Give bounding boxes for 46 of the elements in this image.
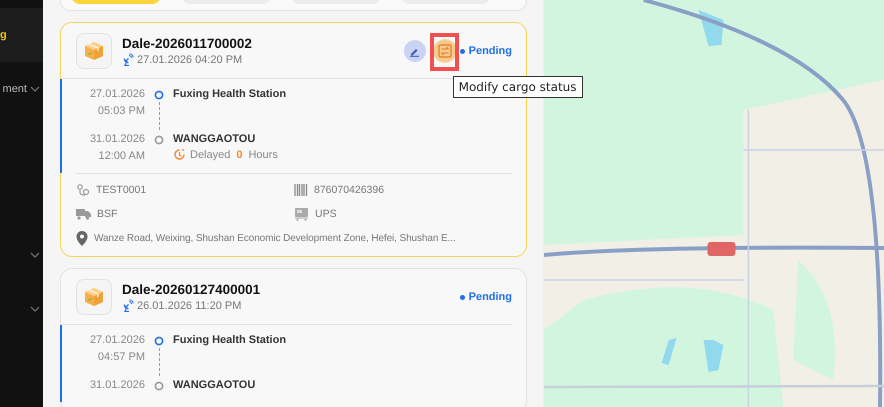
stop-time: 12:00 AM — [98, 149, 145, 164]
satellite-icon — [122, 299, 134, 312]
order-title: Dale-20260127400001 — [122, 282, 262, 297]
stop-place: Fuxing Health Station — [173, 333, 286, 346]
detail-text: UPS — [315, 208, 337, 220]
stop-time: 04:57 PM — [96, 350, 145, 365]
stop-marker-icon — [154, 336, 164, 346]
order-time: 27.01.2026 04:20 PM — [137, 54, 242, 66]
cargo-card[interactable]: Dale-20260127400001 26.01.2026 11:20 PM Pending 27.01.2026 04:57 PM Fuxing Health Station 31.01.2026 WANGGAOTOU — [60, 268, 527, 407]
satellite-icon — [122, 53, 134, 66]
detail-text: TEST0001 — [96, 184, 146, 196]
clock-icon — [173, 148, 186, 161]
order-title: Dale-2026011700002 — [122, 36, 253, 51]
status-label: Pending — [460, 291, 512, 303]
detail-text: Wanze Road, Weixing, Shushan Economic Development Zone, Hefei, Shushan E... — [94, 232, 456, 244]
delay-label: Delayed — [190, 148, 230, 160]
stop-place: WANGGAOTOU — [173, 132, 256, 145]
cart-icon — [294, 208, 309, 220]
stop-marker-icon — [154, 90, 164, 100]
delay-value: 0 — [236, 148, 242, 160]
delay-unit: Hours — [248, 148, 278, 160]
stop-date: 31.01.2026 — [88, 378, 145, 393]
stop-date: 27.01.2026 — [88, 333, 145, 348]
highlight-frame — [430, 33, 459, 71]
stop-time: 05:03 PM — [96, 104, 145, 119]
stop-place: Fuxing Health Station — [173, 87, 286, 100]
barcode-icon — [294, 184, 308, 196]
order-time: 26.01.2026 11:20 PM — [137, 300, 242, 312]
stop-marker-icon — [154, 381, 164, 391]
stop-marker-icon — [154, 135, 164, 145]
location-pin-icon — [76, 230, 88, 246]
status-label: Pending — [460, 45, 512, 57]
sidebar-item[interactable]: g — [0, 8, 43, 62]
truck-icon — [76, 208, 91, 220]
package-icon — [76, 33, 112, 69]
stop-date: 31.01.2026 — [88, 132, 145, 147]
detail-text: 876070426396 — [314, 184, 384, 196]
stop-date: 27.01.2026 — [88, 87, 145, 102]
stop-place: WANGGAOTOU — [173, 378, 256, 391]
swap-icon — [438, 44, 452, 58]
tooltip: Modify cargo status — [452, 76, 583, 98]
route-icon — [76, 183, 90, 197]
package-icon — [76, 279, 112, 315]
edit-button[interactable] — [404, 40, 426, 62]
detail-text: BSF — [97, 208, 118, 220]
swap-button[interactable] — [434, 40, 456, 62]
